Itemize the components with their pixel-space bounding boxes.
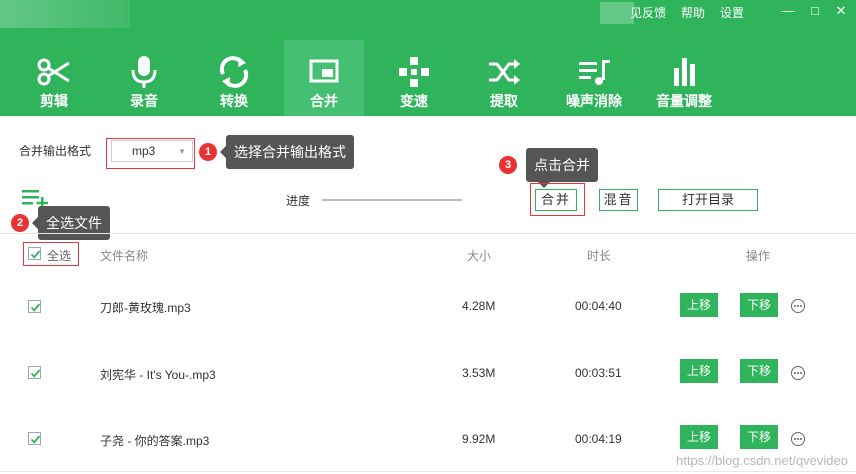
top-links: 见反馈 帮助 设置 — [630, 5, 759, 21]
progress-label: 进度 — [286, 194, 311, 208]
close-button[interactable]: ✕ — [832, 3, 850, 19]
format-selected-value: mp3 — [132, 144, 156, 158]
more-options-icon[interactable] — [791, 432, 805, 446]
checkmark-icon — [30, 250, 41, 259]
file-name: 刘宪华 - It's You-.mp3 — [100, 368, 216, 382]
tool-tabs: 剪辑 录音 转换 合并 变速 提取 噪声消除 音量调整 — [0, 40, 856, 116]
tab-cut[interactable]: 剪辑 — [14, 40, 94, 116]
open-directory-button[interactable]: 打开目录 — [658, 189, 758, 211]
merge-icon — [309, 59, 339, 83]
format-select[interactable]: mp3 ▼ — [111, 140, 193, 162]
tab-label: 音量调整 — [656, 93, 712, 109]
more-options-icon[interactable] — [791, 366, 805, 380]
help-link[interactable]: 帮助 — [681, 5, 705, 21]
bottom-divider — [0, 471, 856, 472]
move-up-button[interactable]: 上移 — [680, 425, 718, 449]
merge-button[interactable]: 合并 — [535, 189, 577, 211]
tab-speed[interactable]: 变速 — [374, 40, 454, 116]
move-up-button[interactable]: 上移 — [680, 293, 718, 317]
app-header: 见反馈 帮助 设置 — □ ✕ 剪辑 录音 转换 合并 变速 提取 噪声消除 音… — [0, 0, 856, 116]
extract-icon — [489, 59, 520, 85]
row-checkbox[interactable] — [28, 300, 41, 313]
move-down-button[interactable]: 下移 — [740, 293, 778, 317]
volume-bars-icon — [674, 58, 695, 86]
select-all-checkbox[interactable] — [28, 247, 41, 260]
step-badge-1: 1 — [199, 143, 217, 161]
checkmark-icon — [30, 435, 41, 444]
step-badge-3: 3 — [499, 156, 517, 174]
convert-icon — [219, 56, 249, 88]
scissors-icon — [37, 58, 70, 86]
tab-merge[interactable]: 合并 — [284, 40, 364, 116]
move-down-button[interactable]: 下移 — [740, 359, 778, 383]
tab-label: 变速 — [400, 93, 428, 109]
file-name: 子尧 - 你的答案.mp3 — [100, 434, 210, 448]
file-duration: 00:04:40 — [575, 299, 622, 313]
dropdown-arrow-icon: ▼ — [178, 147, 186, 156]
move-up-button[interactable]: 上移 — [680, 359, 718, 383]
more-options-icon[interactable] — [791, 299, 805, 313]
tab-label: 转换 — [220, 93, 248, 109]
tab-label: 提取 — [490, 93, 518, 109]
tab-label: 噪声消除 — [566, 93, 622, 109]
format-label: 合并输出格式 — [19, 144, 92, 158]
file-size: 9.92M — [462, 432, 496, 446]
app-logo-blurred — [0, 0, 130, 28]
noise-removal-icon — [579, 60, 610, 85]
column-header-name: 文件名称 — [100, 249, 149, 263]
speed-icon — [399, 57, 429, 87]
file-size: 3.53M — [462, 366, 496, 380]
column-header-size: 大小 — [467, 249, 492, 263]
divider — [0, 233, 856, 234]
column-header-actions: 操作 — [746, 249, 771, 263]
file-duration: 00:03:51 — [575, 366, 622, 380]
tab-label: 剪辑 — [40, 93, 68, 109]
step-badge-2: 2 — [11, 214, 29, 232]
settings-link[interactable]: 设置 — [720, 5, 744, 21]
move-down-button[interactable]: 下移 — [740, 425, 778, 449]
checkmark-icon — [30, 303, 41, 312]
maximize-button[interactable]: □ — [806, 3, 824, 19]
tab-record[interactable]: 录音 — [104, 40, 184, 116]
checkmark-icon — [30, 369, 41, 378]
tab-noise-removal[interactable]: 噪声消除 — [554, 40, 634, 116]
row-checkbox[interactable] — [28, 366, 41, 379]
row-checkbox[interactable] — [28, 432, 41, 445]
tab-extract[interactable]: 提取 — [464, 40, 544, 116]
minimize-button[interactable]: — — [779, 3, 797, 19]
callout-select-all: 全选文件 — [32, 206, 110, 240]
feedback-link[interactable]: 见反馈 — [630, 5, 666, 21]
tab-label: 合并 — [310, 93, 338, 109]
blurred-area — [600, 2, 634, 24]
mix-button[interactable]: 混音 — [599, 189, 638, 211]
file-name: 刀郎-黄玫瑰.mp3 — [100, 301, 191, 315]
tab-convert[interactable]: 转换 — [194, 40, 274, 116]
select-all-label[interactable]: 全选 — [47, 247, 71, 264]
watermark: https://blog.csdn.net/qvevideo — [675, 453, 848, 468]
callout-select-format: 选择合并输出格式 — [220, 135, 354, 169]
file-duration: 00:04:19 — [575, 432, 622, 446]
tab-volume[interactable]: 音量调整 — [644, 40, 724, 116]
callout-click-merge: 点击合并 — [526, 148, 598, 188]
column-header-duration: 时长 — [587, 249, 612, 263]
microphone-icon — [131, 56, 157, 88]
tab-label: 录音 — [130, 93, 158, 109]
progress-bar — [322, 199, 462, 201]
file-size: 4.28M — [462, 299, 496, 313]
